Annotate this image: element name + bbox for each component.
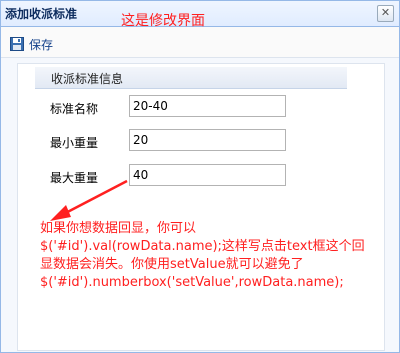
annotation-arrow (50, 179, 128, 221)
annotation-note: 如果你想数据回显，你可以 $('#id').val(rowData.name);… (40, 221, 365, 290)
